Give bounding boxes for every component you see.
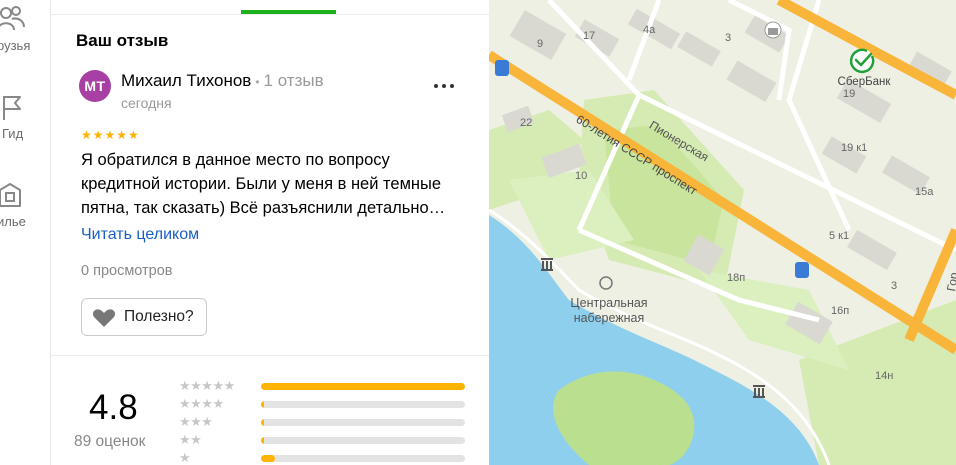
friends-icon bbox=[0, 6, 25, 31]
review-text: Я обратился в данное место по вопросу кр… bbox=[81, 151, 446, 217]
house-number: 22 bbox=[520, 117, 533, 129]
read-more-link[interactable]: Читать целиком bbox=[81, 226, 199, 244]
separator-dot: • bbox=[255, 74, 260, 89]
ratings-count: 89 оценок bbox=[74, 433, 146, 450]
house-number: 18п bbox=[727, 272, 746, 284]
useful-label: Полезно? bbox=[124, 308, 194, 325]
views-count: 0 просмотров bbox=[81, 263, 173, 279]
house-number: 16п bbox=[831, 305, 850, 317]
sberbank-logo-icon bbox=[849, 48, 875, 74]
section-divider bbox=[51, 355, 489, 356]
nav-item-friends-label: рузья bbox=[0, 38, 31, 53]
distribution-bar bbox=[261, 455, 465, 462]
review-panel: Ваш отзыв МТ Михаил Тихонов • 1 отзыв сего… bbox=[51, 0, 489, 465]
map-view[interactable]: 9 17 4а 3 19 22 10 19 к1 15а 5 к1 3 18п … bbox=[489, 0, 956, 465]
more-options-button[interactable] bbox=[431, 76, 461, 96]
house-number: 4а bbox=[643, 24, 656, 36]
house-number: 19 bbox=[843, 88, 856, 100]
distribution-stars: ★★★★ bbox=[179, 396, 224, 411]
house-number: 17 bbox=[583, 30, 596, 42]
distribution-bar-fill bbox=[261, 401, 264, 408]
distribution-bar bbox=[261, 401, 465, 408]
avatar[interactable]: МТ bbox=[79, 70, 111, 102]
house-number: 5 к1 bbox=[829, 230, 850, 242]
flag-icon bbox=[3, 96, 21, 120]
place-label[interactable]: Центральная набережная bbox=[559, 296, 659, 326]
building-icon bbox=[0, 183, 21, 207]
house-number: 3 bbox=[891, 280, 898, 292]
author-name[interactable]: Михаил Тихонов bbox=[121, 71, 251, 90]
house-number: 10 bbox=[575, 170, 588, 182]
section-title: Ваш отзыв bbox=[76, 31, 169, 50]
distribution-stars: ★★★ bbox=[179, 414, 213, 429]
nav-item-guide-label: Гид bbox=[2, 126, 24, 141]
distribution-bar bbox=[261, 419, 465, 426]
side-nav: рузья Гид илье bbox=[0, 0, 51, 465]
useful-button[interactable]: Полезно? bbox=[81, 298, 207, 336]
nav-item-friends[interactable]: рузья bbox=[0, 4, 50, 64]
street-label-edge: Гор bbox=[944, 271, 956, 293]
house-number: 14н bbox=[875, 370, 894, 382]
sberbank-label: СберБанк bbox=[837, 76, 891, 88]
distribution-bar bbox=[261, 383, 465, 390]
house-number: 15а bbox=[915, 186, 934, 198]
average-rating: 4.8 bbox=[89, 388, 138, 427]
author-review-count: 1 отзыв bbox=[263, 71, 324, 90]
distribution-stars: ★★★★★ bbox=[179, 378, 235, 393]
distribution-bar-fill bbox=[261, 437, 264, 444]
house-number: 9 bbox=[537, 38, 544, 50]
distribution-bar-fill bbox=[261, 383, 465, 390]
nav-item-housing-label: илье bbox=[0, 214, 26, 229]
tab-divider bbox=[51, 14, 489, 15]
house-number: 3 bbox=[725, 32, 732, 44]
distribution-bar bbox=[261, 437, 465, 444]
distribution-bar-fill bbox=[261, 419, 264, 426]
more-dot-icon bbox=[450, 84, 454, 88]
review-stars: ★★★★★ bbox=[81, 128, 140, 142]
sberbank-marker[interactable]: СберБанк bbox=[837, 48, 891, 88]
distribution-stars: ★ bbox=[179, 450, 191, 465]
distribution-stars: ★★ bbox=[179, 432, 202, 447]
author-line: Михаил Тихонов • 1 отзыв bbox=[121, 71, 324, 91]
house-number: 19 к1 bbox=[841, 142, 868, 154]
heart-icon bbox=[92, 309, 116, 327]
review-date: сегодня bbox=[121, 95, 172, 111]
nav-item-housing[interactable]: илье bbox=[0, 180, 50, 240]
nav-item-guide[interactable]: Гид bbox=[0, 92, 50, 152]
distribution-bar-fill bbox=[261, 455, 276, 462]
more-dot-icon bbox=[434, 84, 438, 88]
more-dot-icon bbox=[442, 84, 446, 88]
